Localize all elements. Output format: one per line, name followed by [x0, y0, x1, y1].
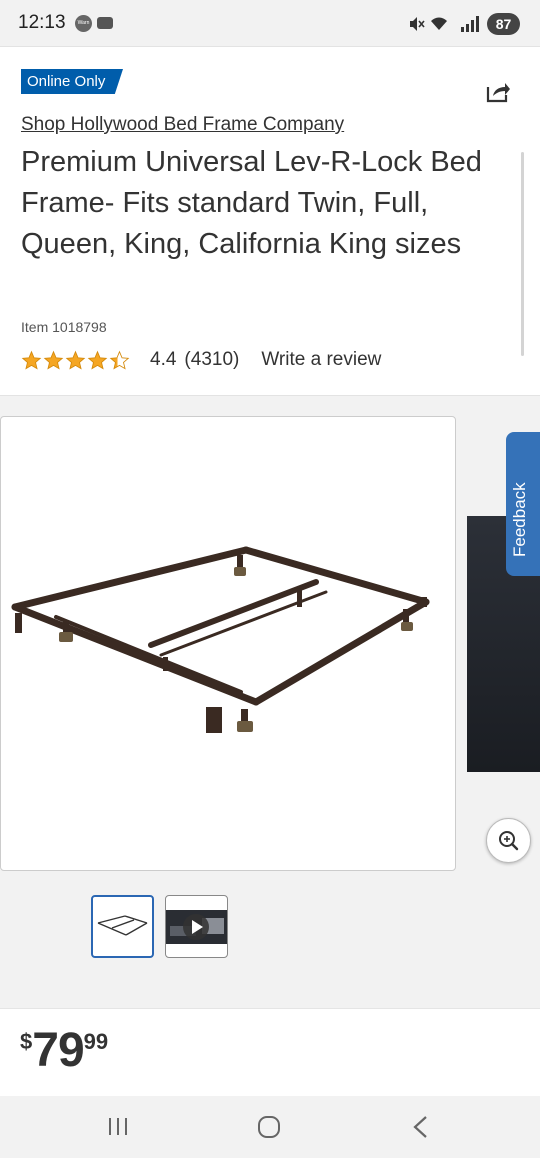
price-bar: $ 79 99 [0, 1008, 540, 1096]
status-icons: 87 [380, 13, 520, 35]
bed-frame-image [11, 546, 430, 733]
feedback-label: Feedback [510, 482, 529, 557]
status-bar: 12:13 Warn 87 [0, 0, 540, 46]
zoom-in-icon [499, 831, 519, 851]
zoom-button[interactable] [486, 818, 531, 863]
price-currency: $ [20, 1029, 33, 1054]
online-only-badge: Online Only [21, 69, 123, 94]
product-header-card: Online Only Shop Hollywood Bed Frame Com… [0, 46, 540, 396]
system-nav-bar [0, 1096, 540, 1158]
product-title: Premium Universal Lev-R-Lock Bed Frame- … [21, 146, 482, 260]
rating-row[interactable]: 4.4 (4310) Write a review [21, 347, 381, 373]
brand-link[interactable]: Shop Hollywood Bed Frame Company [21, 114, 344, 136]
star-icon [65, 350, 86, 370]
star-rating [21, 350, 130, 371]
feedback-tab[interactable]: Feedback [506, 432, 540, 576]
thumbnail-image[interactable] [91, 895, 154, 958]
star-icon [21, 350, 42, 370]
write-review-link[interactable]: Write a review [261, 349, 381, 371]
home-icon[interactable] [249, 1112, 289, 1142]
mute-icon [410, 17, 425, 31]
weather-alert-icon: Warn [75, 15, 92, 32]
recent-apps-icon[interactable] [98, 1112, 138, 1142]
thumbnail-video[interactable] [165, 895, 228, 958]
item-number: Item 1018798 [21, 319, 107, 335]
back-icon[interactable] [400, 1112, 440, 1142]
battery-indicator: 87 [487, 13, 520, 35]
star-half-icon [109, 350, 130, 370]
bed-frame-thumbnail [97, 915, 148, 936]
rating-count[interactable]: (4310) [184, 349, 239, 371]
video-thumbnail [166, 910, 227, 944]
wifi-icon [431, 17, 447, 30]
scroll-indicator [521, 152, 524, 356]
share-icon[interactable] [484, 77, 512, 105]
price: $ 79 99 [20, 1025, 108, 1077]
status-time: 12:13 [18, 12, 66, 33]
rating-value: 4.4 [150, 349, 177, 370]
price-dollars: 79 [32, 1024, 84, 1077]
star-icon [87, 350, 108, 370]
product-image[interactable] [0, 416, 456, 871]
star-icon [43, 350, 64, 370]
signal-icon [461, 16, 479, 32]
price-cents: 99 [83, 1029, 109, 1054]
message-icon [97, 17, 113, 29]
